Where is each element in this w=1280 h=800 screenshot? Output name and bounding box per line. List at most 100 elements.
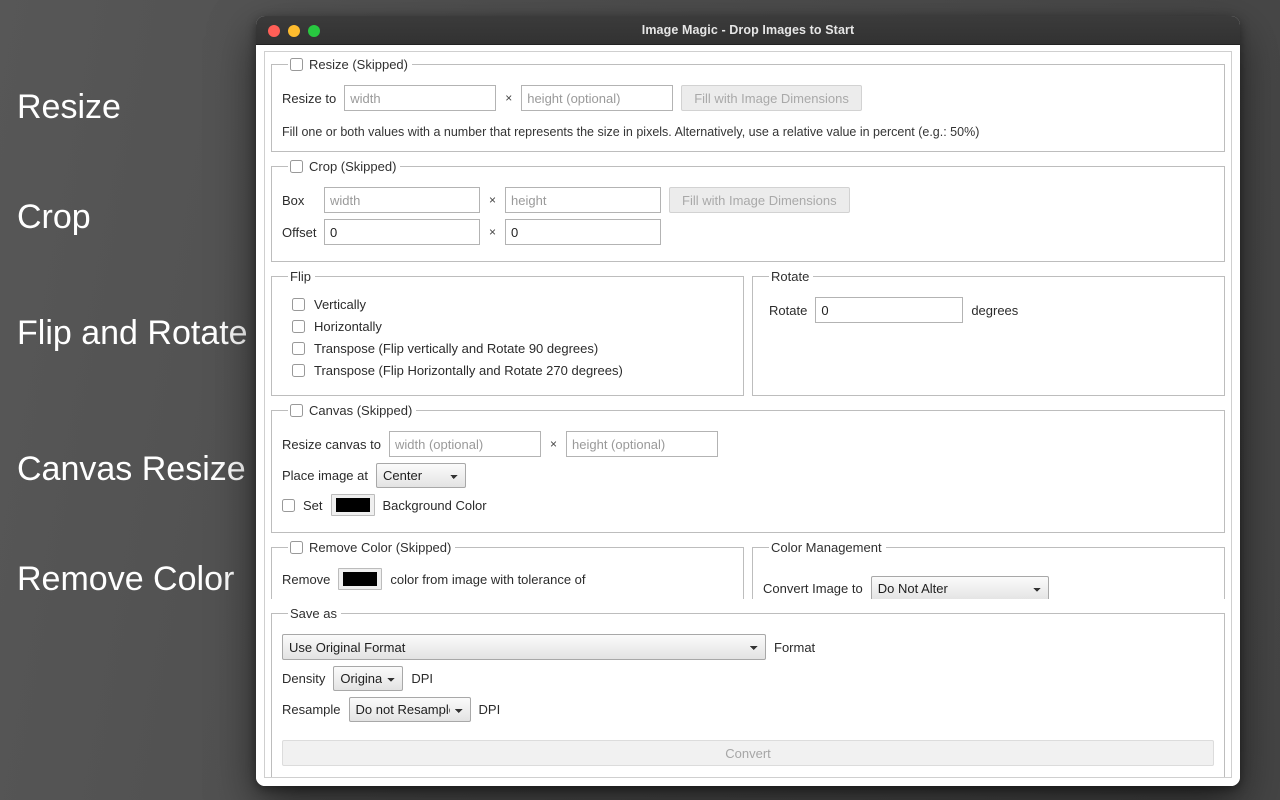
convert-image-label: Convert Image to xyxy=(763,581,863,596)
canvas-background-label: Background Color xyxy=(383,498,487,513)
resample-select[interactable]: Do not Resample xyxy=(349,697,471,722)
remove-color-swatch-button[interactable] xyxy=(338,568,382,590)
content-frame: Resize (Skipped) Resize to × Fill with I… xyxy=(264,51,1232,778)
flip-vertically-label: Vertically xyxy=(314,297,366,312)
resample-row: Resample Do not Resample DPI xyxy=(282,697,1214,722)
density-unit-label: DPI xyxy=(411,671,433,686)
canvas-legend-label: Canvas (Skipped) xyxy=(309,404,412,417)
flip-transpose-270-checkbox[interactable] xyxy=(292,364,305,377)
resample-unit-label: DPI xyxy=(479,702,501,717)
crop-offset-row: Offset × xyxy=(282,219,1214,245)
density-label: Density xyxy=(282,671,325,686)
flip-horizontally-checkbox[interactable] xyxy=(292,320,305,333)
window-body: Resize (Skipped) Resize to × Fill with I… xyxy=(256,45,1240,786)
flip-option-vertically[interactable]: Vertically xyxy=(292,297,733,312)
desktop-background: Resize Crop Flip and Rotate Canvas Resiz… xyxy=(0,0,260,800)
save-as-group: Save as Use Original Format Format Densi… xyxy=(271,607,1225,778)
rotate-unit-label: degrees xyxy=(971,303,1018,318)
rotate-row: Rotate degrees xyxy=(769,297,1214,323)
crop-box-width-input[interactable] xyxy=(324,187,480,213)
flip-transpose-90-checkbox[interactable] xyxy=(292,342,305,355)
remove-color-tolerance-label: color from image with tolerance of xyxy=(390,572,585,587)
resize-group: Resize (Skipped) Resize to × Fill with I… xyxy=(271,58,1225,152)
canvas-background-row: Set Background Color xyxy=(282,494,1214,516)
rotate-degrees-input[interactable] xyxy=(815,297,963,323)
crop-fill-dimensions-button[interactable]: Fill with Image Dimensions xyxy=(669,187,850,213)
crop-offset-separator: × xyxy=(488,225,497,239)
crop-offset-x-input[interactable] xyxy=(324,219,480,245)
settings-panel: Resize (Skipped) Resize to × Fill with I… xyxy=(265,52,1231,777)
crop-offset-label: Offset xyxy=(282,225,316,240)
resize-enable-checkbox[interactable] xyxy=(290,58,303,71)
flip-legend: Flip xyxy=(288,270,315,283)
crop-enable-checkbox[interactable] xyxy=(290,160,303,173)
resample-label: Resample xyxy=(282,702,341,717)
canvas-set-background-checkbox[interactable] xyxy=(282,499,295,512)
flip-transpose-90-label: Transpose (Flip vertically and Rotate 90… xyxy=(314,341,598,356)
flip-option-transpose-90[interactable]: Transpose (Flip vertically and Rotate 90… xyxy=(292,341,733,356)
canvas-place-select[interactable]: Center xyxy=(376,463,466,488)
color-management-legend: Color Management xyxy=(769,541,886,554)
canvas-enable-checkbox[interactable] xyxy=(290,404,303,417)
density-row: Density Original DPI xyxy=(282,666,1214,691)
crop-group: Crop (Skipped) Box × Fill with Image Dim… xyxy=(271,160,1225,262)
rotate-label: Rotate xyxy=(769,303,807,318)
desktop-label-canvas-resize: Canvas Resize xyxy=(17,450,246,489)
rotate-group: Rotate Rotate degrees xyxy=(752,270,1225,396)
canvas-separator: × xyxy=(549,437,558,451)
resize-help-text: Fill one or both values with a number th… xyxy=(282,125,1214,139)
remove-color-label: Remove xyxy=(282,572,330,587)
resize-legend-label: Resize (Skipped) xyxy=(309,58,408,71)
remove-color-swatch xyxy=(343,572,377,586)
desktop-label-remove-color: Remove Color xyxy=(17,560,234,599)
resize-to-label: Resize to xyxy=(282,91,336,106)
flip-rotate-row: Flip Vertically Horizontally Transp xyxy=(271,270,1225,404)
color-management-legend-label: Color Management xyxy=(771,541,882,554)
crop-box-row: Box × Fill with Image Dimensions xyxy=(282,187,1214,213)
remove-color-legend: Remove Color (Skipped) xyxy=(288,541,455,554)
flip-option-transpose-270[interactable]: Transpose (Flip Horizontally and Rotate … xyxy=(292,363,733,378)
resize-legend: Resize (Skipped) xyxy=(288,58,412,71)
rotate-legend: Rotate xyxy=(769,270,813,283)
window-controls xyxy=(268,16,320,45)
remove-color-enable-checkbox[interactable] xyxy=(290,541,303,554)
canvas-background-color-button[interactable] xyxy=(331,494,375,516)
crop-box-separator: × xyxy=(488,193,497,207)
canvas-height-input[interactable] xyxy=(566,431,718,457)
crop-box-height-input[interactable] xyxy=(505,187,661,213)
density-select[interactable]: Original xyxy=(333,666,403,691)
remove-color-management-row: Remove Color (Skipped) Remove color from… xyxy=(271,541,1225,599)
resize-width-input[interactable] xyxy=(344,85,496,111)
canvas-width-input[interactable] xyxy=(389,431,541,457)
resize-height-input[interactable] xyxy=(521,85,673,111)
convert-image-select[interactable]: Do Not Alter xyxy=(871,576,1049,599)
format-label: Format xyxy=(774,640,815,655)
flip-group: Flip Vertically Horizontally Transp xyxy=(271,270,744,396)
flip-option-horizontally[interactable]: Horizontally xyxy=(292,319,733,334)
flip-horizontally-label: Horizontally xyxy=(314,319,382,334)
maximize-button-icon[interactable] xyxy=(308,25,320,37)
desktop-label-flip-rotate: Flip and Rotate xyxy=(17,314,248,353)
remove-color-legend-label: Remove Color (Skipped) xyxy=(309,541,451,554)
close-button-icon[interactable] xyxy=(268,25,280,37)
flip-vertically-checkbox[interactable] xyxy=(292,298,305,311)
crop-offset-y-input[interactable] xyxy=(505,219,661,245)
minimize-button-icon[interactable] xyxy=(288,25,300,37)
canvas-resize-label: Resize canvas to xyxy=(282,437,381,452)
color-management-group: Color Management Convert Image to Do Not… xyxy=(752,541,1225,599)
canvas-group: Canvas (Skipped) Resize canvas to × Plac… xyxy=(271,404,1225,533)
format-select[interactable]: Use Original Format xyxy=(282,634,766,660)
app-window: Image Magic - Drop Images to Start Resiz… xyxy=(256,16,1240,786)
format-row: Use Original Format Format xyxy=(282,634,1214,660)
title-bar[interactable]: Image Magic - Drop Images to Start xyxy=(256,16,1240,45)
remove-color-row: Remove color from image with tolerance o… xyxy=(282,568,733,590)
convert-button[interactable]: Convert xyxy=(282,740,1214,766)
resize-row: Resize to × Fill with Image Dimensions xyxy=(282,85,1214,111)
save-as-legend-label: Save as xyxy=(290,607,337,620)
resize-fill-dimensions-button[interactable]: Fill with Image Dimensions xyxy=(681,85,862,111)
canvas-legend: Canvas (Skipped) xyxy=(288,404,416,417)
rotate-legend-label: Rotate xyxy=(771,270,809,283)
canvas-place-row: Place image at Center xyxy=(282,463,1214,488)
remove-color-group: Remove Color (Skipped) Remove color from… xyxy=(271,541,744,599)
crop-legend: Crop (Skipped) xyxy=(288,160,400,173)
